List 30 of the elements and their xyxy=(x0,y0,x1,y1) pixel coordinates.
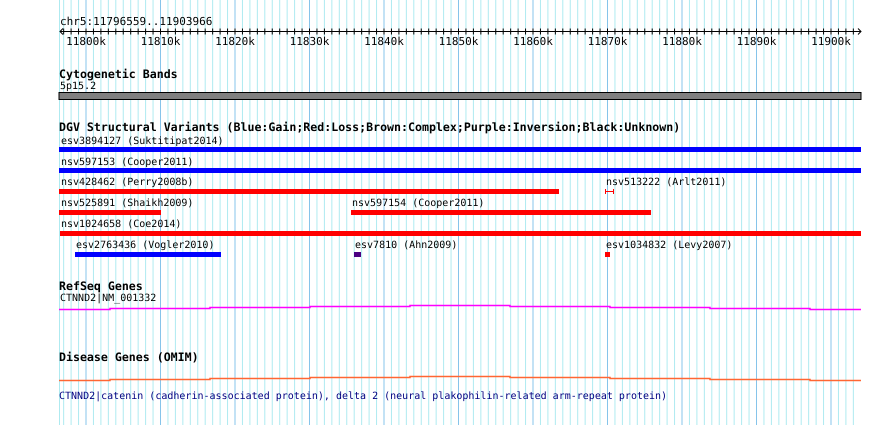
band-label: 5p15.2 xyxy=(60,81,96,92)
variant-label[interactable]: esv3894127 (Suktitipat2014) xyxy=(61,136,224,147)
tick-label: 11840k xyxy=(364,35,404,48)
variant-label[interactable]: nsv525891 (Shaikh2009) xyxy=(61,198,194,209)
variant-label[interactable]: esv7810 (Ahn2009) xyxy=(355,240,458,251)
tick-label: 11860k xyxy=(513,35,553,48)
tick-label: 11800k xyxy=(66,35,106,48)
tick-label: 11830k xyxy=(290,35,330,48)
tick-label: 11820k xyxy=(215,35,255,48)
track-title: RefSeq Genes xyxy=(59,279,143,293)
tick-label: 11890k xyxy=(736,35,776,48)
variant-label[interactable]: esv1034832 (Levy2007) xyxy=(606,240,732,251)
gene-label: CTNND2|NM_001332 xyxy=(60,293,156,304)
variant-label[interactable]: nsv597153 (Cooper2011) xyxy=(61,157,194,168)
track-title: Cytogenetic Bands xyxy=(59,67,178,81)
track-title: Disease Genes (OMIM) xyxy=(59,350,199,364)
variant-label[interactable]: nsv1024658 (Coe2014) xyxy=(61,219,182,230)
variant-label[interactable]: esv2763436 (Vogler2010) xyxy=(76,240,214,251)
tick-label: 11850k xyxy=(438,35,478,48)
variant-label[interactable]: nsv428462 (Perry2008b) xyxy=(61,177,194,188)
variant-label[interactable]: nsv513222 (Arlt2011) xyxy=(606,177,726,188)
tick-label: 11880k xyxy=(662,35,702,48)
tick-label: 11900k xyxy=(811,35,851,48)
variant-label[interactable]: nsv597154 (Cooper2011) xyxy=(352,198,484,209)
gene-description[interactable]: CTNND2|catenin (cadherin-associated protein), delta 2 (neural plakophilin-related arm-repeat protein) xyxy=(59,391,668,402)
region-label: chr5:11796559..11903966 xyxy=(60,15,212,28)
variant-bar[interactable] xyxy=(604,188,614,194)
tick-label: 11870k xyxy=(588,35,628,48)
track-title: DGV Structural Variants (Blue:Gain;Red:Loss;Brown:Complex;Purple:Inversion;Black:Unknown) xyxy=(59,120,680,134)
tick-label: 11810k xyxy=(140,35,180,48)
